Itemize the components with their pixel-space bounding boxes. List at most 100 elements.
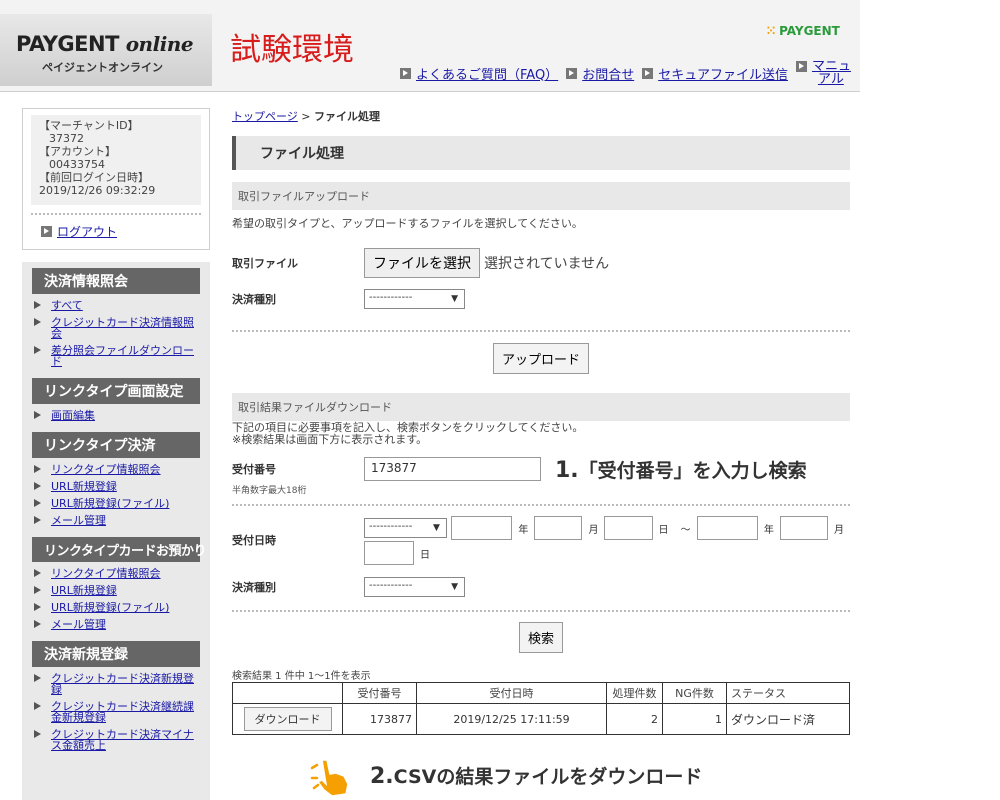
paygent-online-logo[interactable]: PAYGENT online ペイジェントオンライン xyxy=(0,14,212,86)
receipt-number-input[interactable]: 173877 xyxy=(364,457,541,481)
header-nav: よくあるご質問（FAQ） お問合せ セキュアファイル送信 マニュ アル xyxy=(400,60,851,86)
download-button[interactable]: ダウンロード xyxy=(243,707,332,731)
environment-title: 試験環境 xyxy=(230,32,354,68)
triangle-bullet-icon xyxy=(34,499,41,507)
divider xyxy=(232,610,850,612)
start-day-input[interactable] xyxy=(604,516,653,540)
result-receipt: 173877 xyxy=(342,703,417,735)
choose-file-button[interactable]: ファイルを選択 xyxy=(364,248,480,278)
start-month-input[interactable] xyxy=(534,516,583,540)
sidebar-item-screen-edit[interactable]: 画面編集 xyxy=(32,407,200,424)
download-type-select[interactable]: ------------ ▼ xyxy=(364,577,465,597)
table-header-row: 受付番号 受付日時 処理件数 NG件数 ステータス xyxy=(232,682,850,704)
triangle-bullet-icon xyxy=(34,318,41,326)
nav-secure-file[interactable]: セキュアファイル送信 xyxy=(642,60,788,86)
sidebar-item-credit-inquiry[interactable]: クレジットカード決済情報照会 xyxy=(32,314,200,342)
sidebar-item-diff-download[interactable]: 差分照会ファイルダウンロード xyxy=(32,342,200,370)
dropdown-arrow-icon: ▼ xyxy=(451,294,458,304)
upload-button[interactable]: アップロード xyxy=(492,343,589,374)
results-summary: 検索結果 1 件中 1～1件を表示 xyxy=(232,671,371,682)
sidebar-item-card-url-register[interactable]: URL新規登録 xyxy=(32,582,200,599)
triangle-bullet-icon xyxy=(34,620,41,628)
arrow-square-icon xyxy=(642,67,654,79)
sidebar-section-new-payment: 決済新規登録 クレジットカード決済新規登録 クレジットカード決済継続課金新規登録… xyxy=(32,641,200,754)
sidebar-section-link-card: リンクタイプカードお預かり リンクタイプ情報照会 URL新規登録 URL新規登録… xyxy=(32,537,206,633)
result-ng: 1 xyxy=(662,703,727,735)
end-year-input[interactable] xyxy=(696,516,758,540)
arrow-square-icon xyxy=(41,226,52,237)
step1-annotation: 1.「受付番号」を入力し検索 xyxy=(555,457,807,483)
triangle-bullet-icon xyxy=(34,482,41,490)
date-label: 受付日時 xyxy=(232,534,276,547)
date-row: 受付日時 ------------ ▼ 年 月 日 ～ 年 月 日 xyxy=(232,516,850,566)
triangle-bullet-icon xyxy=(34,569,41,577)
end-month-input[interactable] xyxy=(779,516,829,540)
logout-link[interactable]: ログアウト xyxy=(31,223,201,240)
breadcrumb-home[interactable]: トップページ xyxy=(232,110,298,123)
account-id: 00433754 xyxy=(49,158,105,171)
triangle-bullet-icon xyxy=(34,674,41,682)
upload-type-label: 決済種別 xyxy=(232,293,276,306)
divider xyxy=(31,213,201,215)
search-button[interactable]: 検索 xyxy=(518,622,563,653)
divider xyxy=(232,504,850,506)
receipt-row: 受付番号 173877 1.「受付番号」を入力し検索 xyxy=(232,456,850,483)
sidebar-item-credit-recurring[interactable]: クレジットカード決済継続課金新規登録 xyxy=(32,698,200,726)
file-status: 選択されていません xyxy=(484,256,610,272)
triangle-bullet-icon xyxy=(34,301,41,309)
sidebar-item-all[interactable]: すべて xyxy=(32,297,200,314)
receipt-label: 受付番号 xyxy=(232,463,276,476)
triangle-bullet-icon xyxy=(34,465,41,473)
logo-text: PAYGENT online xyxy=(16,32,194,56)
main-content: トップページ > ファイル処理 ファイル処理 取引ファイルアップロード 希望の取… xyxy=(232,108,850,735)
download-description: 下記の項目に必要事項を記入し、検索ボタンをクリックしてください。 ※検索結果は画… xyxy=(232,421,584,446)
results-table: 受付番号 受付日時 処理件数 NG件数 ステータス ダウンロード 173877 … xyxy=(232,682,850,735)
account-details: 【マーチャントID】 37372 【アカウント】 00433754 【前回ログイ… xyxy=(31,115,201,205)
step2-annotation: 2.CSVの結果ファイルをダウンロード xyxy=(370,764,703,789)
breadcrumb: トップページ > ファイル処理 xyxy=(232,110,380,123)
download-type-row: 決済種別 ------------ ▼ xyxy=(232,576,850,598)
sidebar-section-link-payment: リンクタイプ決済 リンクタイプ情報照会 URL新規登録 URL新規登録(ファイル… xyxy=(32,432,200,529)
result-processed: 2 xyxy=(606,703,663,735)
paygent-brand-logo: ⁙ PAYGENT xyxy=(766,24,840,38)
sidebar-item-credit-minus[interactable]: クレジットカード決済マイナス金額売上 xyxy=(32,726,200,754)
sidebar: 決済情報照会 すべて クレジットカード決済情報照会 差分照会ファイルダウンロード… xyxy=(22,262,210,800)
sidebar-item-card-url-register-file[interactable]: URL新規登録(ファイル) xyxy=(32,599,200,616)
upload-section-header: 取引ファイルアップロード xyxy=(232,182,850,210)
sidebar-item-mail[interactable]: メール管理 xyxy=(32,512,200,529)
download-type-label: 決済種別 xyxy=(232,581,276,594)
sidebar-item-credit-new[interactable]: クレジットカード決済新規登録 xyxy=(32,670,200,698)
triangle-bullet-icon xyxy=(34,730,41,738)
nav-contact[interactable]: お問合せ xyxy=(566,60,634,86)
page-title: ファイル処理 xyxy=(232,136,850,170)
sidebar-item-link-inquiry[interactable]: リンクタイプ情報照会 xyxy=(32,461,200,478)
download-section-header: 取引結果ファイルダウンロード xyxy=(232,393,850,421)
dropdown-arrow-icon: ▼ xyxy=(433,523,440,533)
end-day-input[interactable] xyxy=(364,541,414,565)
date-preset-select[interactable]: ------------ ▼ xyxy=(364,518,447,538)
pointing-hand-icon xyxy=(310,759,349,797)
paygent-dots-icon: ⁙ xyxy=(766,24,777,38)
result-datetime: 2019/12/25 17:11:59 xyxy=(416,703,607,735)
triangle-bullet-icon xyxy=(34,702,41,710)
triangle-bullet-icon xyxy=(34,603,41,611)
start-year-input[interactable] xyxy=(450,516,513,540)
triangle-bullet-icon xyxy=(34,586,41,594)
breadcrumb-current: ファイル処理 xyxy=(314,110,380,123)
file-label: 取引ファイル xyxy=(232,257,298,270)
sidebar-item-url-register[interactable]: URL新規登録 xyxy=(32,478,200,495)
logo-subtext: ペイジェントオンライン xyxy=(42,61,163,74)
sidebar-item-card-mail[interactable]: メール管理 xyxy=(32,616,200,633)
upload-type-select[interactable]: ------------ ▼ xyxy=(364,289,465,309)
upload-button-row: アップロード xyxy=(232,343,850,374)
search-button-row: 検索 xyxy=(232,622,850,653)
receipt-note: 半角数字最大18桁 xyxy=(232,486,307,496)
sidebar-item-card-link-inquiry[interactable]: リンクタイプ情報照会 xyxy=(32,565,200,582)
nav-faq[interactable]: よくあるご質問（FAQ） xyxy=(400,60,558,86)
last-login-time: 2019/12/26 09:32:29 xyxy=(39,184,156,197)
sidebar-item-url-register-file[interactable]: URL新規登録(ファイル) xyxy=(32,495,200,512)
account-info-box: 【マーチャントID】 37372 【アカウント】 00433754 【前回ログイ… xyxy=(22,108,210,250)
upload-type-row: 決済種別 ------------ ▼ xyxy=(232,288,850,310)
nav-manual[interactable]: マニュ アル xyxy=(795,60,851,86)
file-row: 取引ファイル ファイルを選択 選択されていません xyxy=(232,248,850,278)
